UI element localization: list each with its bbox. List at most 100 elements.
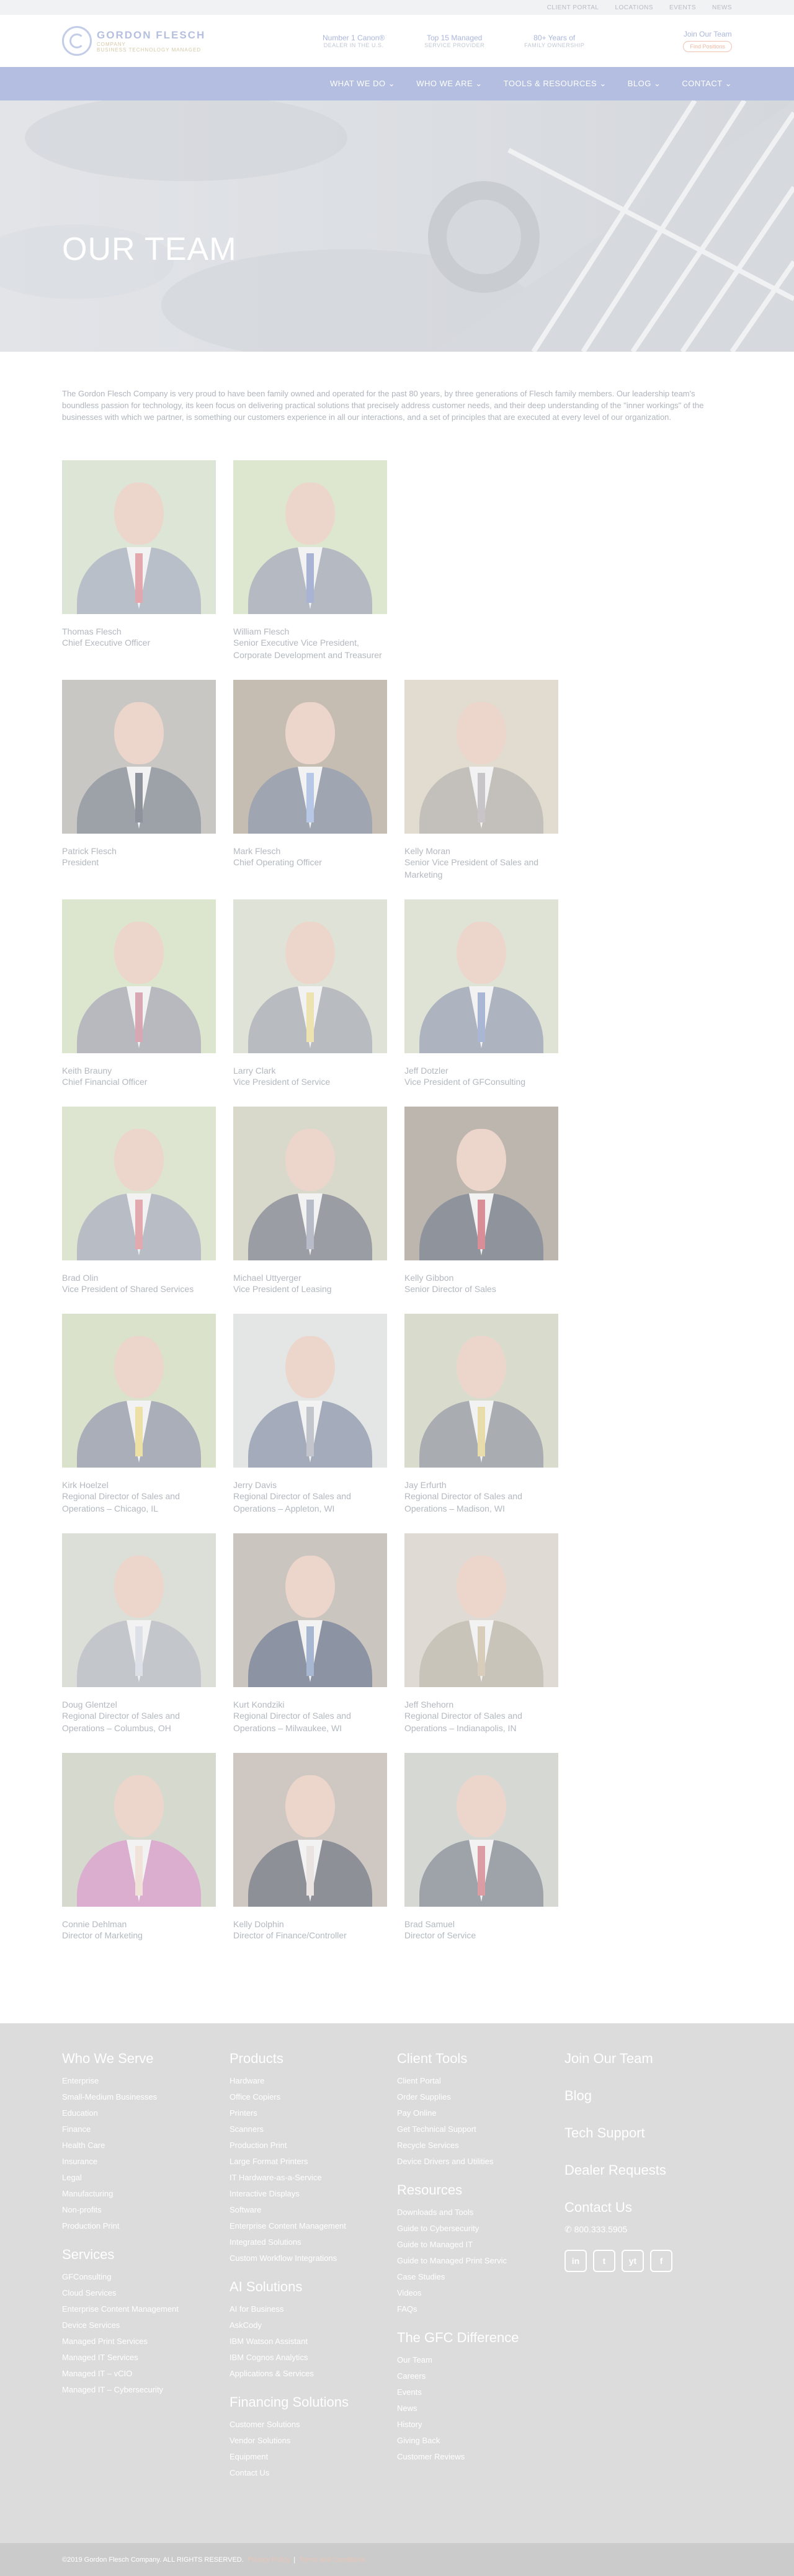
team-member-card[interactable]: Doug Glentzel Regional Director of Sales … (62, 1533, 216, 1734)
nav-blog[interactable]: BLOG ⌄ (628, 79, 661, 89)
footer-heading[interactable]: The GFC Difference (397, 2330, 564, 2346)
team-member-card[interactable]: Kirk Hoelzel Regional Director of Sales a… (62, 1314, 216, 1515)
footer-link[interactable]: Equipment (230, 2449, 397, 2465)
footer-link[interactable]: Cloud Services (62, 2285, 230, 2301)
footer-link[interactable]: Custom Workflow Integrations (230, 2250, 397, 2266)
logo[interactable]: GORDON FLESCH COMPANY BUSINESS TECHNOLOG… (62, 26, 248, 56)
footer-link[interactable]: Managed Print Services (62, 2333, 230, 2350)
footer-link[interactable]: Recycle Services (397, 2137, 564, 2154)
team-member-card[interactable]: Connie Dehlman Director of Marketing (62, 1753, 216, 1941)
footer-link[interactable]: Managed IT Services (62, 2350, 230, 2366)
footer-link[interactable]: Health Care (62, 2137, 230, 2154)
footer-link[interactable]: Manufacturing (62, 2186, 230, 2202)
footer-heading[interactable]: Client Tools (397, 2051, 564, 2067)
footer-link[interactable]: Printers (230, 2105, 397, 2121)
topbar-link-locations[interactable]: LOCATIONS (615, 4, 653, 11)
team-member-card[interactable]: Kelly Gibbon Senior Director of Sales (404, 1107, 558, 1295)
footer-link[interactable]: AI for Business (230, 2301, 397, 2317)
nav-tools-resources[interactable]: TOOLS & RESOURCES ⌄ (504, 79, 607, 89)
footer-link[interactable]: Scanners (230, 2121, 397, 2137)
team-member-card[interactable]: Jay Erfurth Regional Director of Sales an… (404, 1314, 558, 1515)
footer-link[interactable]: Interactive Displays (230, 2186, 397, 2202)
footer-link[interactable]: History (397, 2417, 564, 2433)
footer-link[interactable]: Careers (397, 2368, 564, 2384)
footer-heading[interactable]: AI Solutions (230, 2279, 397, 2295)
footer-link[interactable]: Case Studies (397, 2269, 564, 2285)
footer-link[interactable]: Guide to Managed IT (397, 2237, 564, 2253)
youtube-icon[interactable]: yt (622, 2250, 644, 2272)
terms-link[interactable]: Terms and Conditions (299, 2556, 365, 2564)
footer-link[interactable]: Guide to Cybersecurity (397, 2221, 564, 2237)
footer-link-tech-support[interactable]: Tech Support (564, 2125, 732, 2141)
footer-link[interactable]: FAQs (397, 2301, 564, 2317)
footer-link[interactable]: Applications & Services (230, 2366, 397, 2382)
footer-link[interactable]: Client Portal (397, 2073, 564, 2089)
twitter-icon[interactable]: t (593, 2250, 615, 2272)
team-member-card[interactable]: Mark Flesch Chief Operating Officer (233, 680, 387, 881)
team-member-card[interactable]: Keith Brauny Chief Financial Officer (62, 899, 216, 1088)
footer-link[interactable]: Videos (397, 2285, 564, 2301)
footer-link[interactable]: Managed IT – vCIO (62, 2366, 230, 2382)
footer-link[interactable]: Production Print (62, 2218, 230, 2234)
footer-link[interactable]: News (397, 2400, 564, 2417)
team-member-card[interactable]: Brad Olin Vice President of Shared Servic… (62, 1107, 216, 1295)
topbar-link-news[interactable]: NEWS (712, 4, 732, 11)
team-member-card[interactable]: William Flesch Senior Executive Vice Pres… (233, 460, 387, 661)
team-member-card[interactable]: Jeff Dotzler Vice President of GFConsulti… (404, 899, 558, 1088)
footer-link[interactable]: Order Supplies (397, 2089, 564, 2105)
nav-what-we-do[interactable]: WHAT WE DO ⌄ (330, 79, 395, 89)
footer-link[interactable]: Software (230, 2202, 397, 2218)
privacy-policy-link[interactable]: Privacy Policy (248, 2556, 290, 2564)
team-member-card[interactable]: Kelly Dolphin Director of Finance/Control… (233, 1753, 387, 1941)
topbar-link-events[interactable]: EVENTS (669, 4, 696, 11)
footer-link[interactable]: Integrated Solutions (230, 2234, 397, 2250)
team-member-card[interactable]: Brad Samuel Director of Service (404, 1753, 558, 1941)
footer-link[interactable]: Insurance (62, 2154, 230, 2170)
facebook-icon[interactable]: f (650, 2250, 672, 2272)
team-member-card[interactable]: Thomas Flesch Chief Executive Officer (62, 460, 216, 661)
footer-link[interactable]: Managed IT – Cybersecurity (62, 2382, 230, 2398)
footer-link[interactable]: Enterprise Content Management (62, 2301, 230, 2317)
footer-link[interactable]: Legal (62, 2170, 230, 2186)
footer-link[interactable]: Finance (62, 2121, 230, 2137)
footer-link[interactable]: Education (62, 2105, 230, 2121)
footer-link[interactable]: Pay Online (397, 2105, 564, 2121)
footer-phone[interactable]: ✆ 800.333.5905 (564, 2224, 732, 2235)
footer-link[interactable]: Large Format Printers (230, 2154, 397, 2170)
footer-link[interactable]: AskCody (230, 2317, 397, 2333)
footer-link[interactable]: Device Drivers and Utilities (397, 2154, 564, 2170)
footer-link[interactable]: IT Hardware-as-a-Service (230, 2170, 397, 2186)
footer-link[interactable]: Small-Medium Businesses (62, 2089, 230, 2105)
footer-link[interactable]: Hardware (230, 2073, 397, 2089)
topbar-link-client-portal[interactable]: CLIENT PORTAL (547, 4, 599, 11)
team-member-card[interactable]: Michael Uttyerger Vice President of Leasi… (233, 1107, 387, 1295)
footer-link[interactable]: Device Services (62, 2317, 230, 2333)
footer-link[interactable]: Get Technical Support (397, 2121, 564, 2137)
footer-link[interactable]: Enterprise Content Management (230, 2218, 397, 2234)
footer-heading[interactable]: Resources (397, 2182, 564, 2198)
footer-link[interactable]: Production Print (230, 2137, 397, 2154)
team-member-card[interactable]: Jerry Davis Regional Director of Sales an… (233, 1314, 387, 1515)
team-member-card[interactable]: Patrick Flesch President (62, 680, 216, 881)
join-team-label[interactable]: Join Our Team (683, 30, 732, 38)
team-member-card[interactable]: Kurt Kondziki Regional Director of Sales … (233, 1533, 387, 1734)
footer-link[interactable]: Our Team (397, 2352, 564, 2368)
footer-link-contact-us[interactable]: Contact Us (564, 2199, 732, 2216)
footer-link-dealer-requests[interactable]: Dealer Requests (564, 2162, 732, 2178)
footer-link[interactable]: Guide to Managed Print Servic (397, 2253, 564, 2269)
team-member-card[interactable]: Larry Clark Vice President of Service (233, 899, 387, 1088)
nav-who-we-are[interactable]: WHO WE ARE ⌄ (416, 79, 482, 89)
footer-link[interactable]: IBM Watson Assistant (230, 2333, 397, 2350)
footer-link[interactable]: Events (397, 2384, 564, 2400)
footer-link[interactable]: Vendor Solutions (230, 2433, 397, 2449)
footer-heading[interactable]: Products (230, 2051, 397, 2067)
footer-link[interactable]: Downloads and Tools (397, 2204, 564, 2221)
linkedin-icon[interactable]: in (564, 2250, 587, 2272)
footer-link[interactable]: Customer Reviews (397, 2449, 564, 2465)
footer-link[interactable]: Enterprise (62, 2073, 230, 2089)
team-member-card[interactable]: Kelly Moran Senior Vice President of Sale… (404, 680, 558, 881)
footer-heading[interactable]: Financing Solutions (230, 2394, 397, 2410)
footer-link[interactable]: GFConsulting (62, 2269, 230, 2285)
find-positions-button[interactable]: Find Positions (683, 41, 732, 52)
footer-link-join-team[interactable]: Join Our Team (564, 2051, 732, 2067)
